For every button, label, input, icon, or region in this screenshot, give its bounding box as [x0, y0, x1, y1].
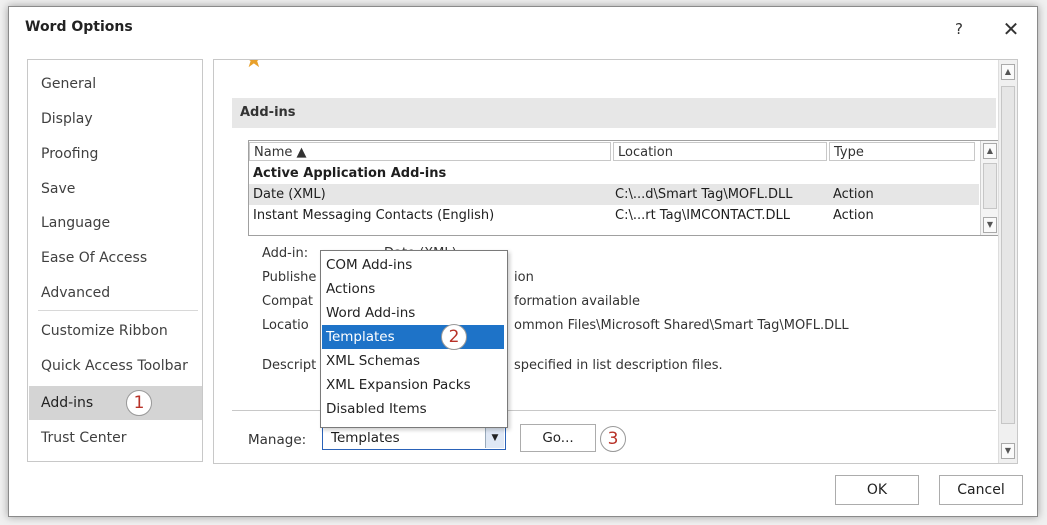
column-header-name[interactable]: Name ▲ — [249, 142, 611, 161]
dropdown-option-com-add-ins[interactable]: COM Add-ins — [322, 253, 504, 277]
sidebar-item-display[interactable]: Display — [29, 102, 202, 136]
detail-compatibility-value: formation available — [514, 294, 640, 309]
table-row: Active Application Add-ins — [249, 163, 979, 184]
dropdown-arrow-icon[interactable]: ▼ — [485, 428, 504, 448]
sidebar-item-ease-of-access[interactable]: Ease Of Access — [29, 241, 202, 275]
add-in-type: Action — [833, 208, 874, 223]
sidebar-item-language[interactable]: Language — [29, 206, 202, 240]
ok-button[interactable]: OK — [835, 475, 919, 505]
detail-publisher-label: Publishe — [262, 270, 317, 285]
scroll-up-arrow-icon[interactable]: ▲ — [983, 143, 997, 159]
title-bar: Word Options ? ✕ — [9, 7, 1037, 51]
panel-scrollbar[interactable]: ▲ ▼ — [998, 60, 1017, 463]
detail-description-label: Descript — [262, 358, 317, 373]
window-title: Word Options — [25, 19, 133, 35]
table-row[interactable]: Instant Messaging Contacts (English) C:\… — [249, 205, 979, 226]
manage-dropdown-list[interactable]: COM Add-ins Actions Word Add-ins Templat… — [320, 250, 508, 428]
dropdown-option-word-add-ins[interactable]: Word Add-ins — [322, 301, 504, 325]
scroll-down-arrow-icon[interactable]: ▼ — [1001, 443, 1015, 459]
step-badge-3: 3 — [600, 426, 626, 452]
add-in-type: Action — [833, 187, 874, 202]
sidebar-item-advanced[interactable]: Advanced — [29, 276, 202, 310]
help-button[interactable]: ? — [947, 15, 971, 43]
cancel-button[interactable]: Cancel — [939, 475, 1023, 505]
dropdown-option-xml-expansion-packs[interactable]: XML Expansion Packs — [322, 373, 504, 397]
step-badge-2: 2 — [441, 324, 467, 350]
sidebar-item-save[interactable]: Save — [29, 172, 202, 206]
column-header-type[interactable]: Type — [829, 142, 975, 161]
detail-description-value: specified in list description files. — [514, 358, 723, 373]
sidebar-item-quick-access-toolbar[interactable]: Quick Access Toolbar — [29, 349, 202, 383]
dropdown-option-xml-schemas[interactable]: XML Schemas — [322, 349, 504, 373]
detail-addin-label: Add-in: — [262, 246, 309, 261]
scroll-thumb[interactable] — [1001, 86, 1015, 424]
sidebar-divider — [38, 310, 198, 311]
add-ins-panel: ★ Add-ins Name ▲ Location Type Active Ap… — [213, 59, 1018, 464]
sidebar-item-add-ins[interactable]: Add-ins — [29, 386, 202, 420]
detail-compatibility-label: Compat — [262, 294, 314, 309]
manage-select[interactable]: Templates ▼ — [322, 426, 506, 450]
add-in-location: C:\...rt Tag\IMCONTACT.DLL — [615, 208, 790, 223]
sidebar-item-proofing[interactable]: Proofing — [29, 137, 202, 171]
sidebar-item-general[interactable]: General — [29, 67, 202, 101]
word-options-dialog: Word Options ? ✕ General Display Proofin… — [8, 6, 1038, 517]
detail-publisher-value: ion — [514, 270, 534, 285]
dropdown-option-templates[interactable]: Templates — [322, 325, 504, 349]
dropdown-option-actions[interactable]: Actions — [322, 277, 504, 301]
step-badge-1: 1 — [126, 390, 152, 416]
add-in-name: Date (XML) — [253, 187, 326, 202]
sidebar-item-customize-ribbon[interactable]: Customize Ribbon — [29, 314, 202, 348]
table-row[interactable]: Date (XML) C:\...d\Smart Tag\MOFL.DLL Ac… — [249, 184, 979, 205]
detail-location-value: ommon Files\Microsoft Shared\Smart Tag\M… — [514, 318, 849, 333]
add-ins-list: Name ▲ Location Type Active Application … — [248, 140, 1000, 236]
detail-location-label: Locatio — [262, 318, 309, 333]
manage-select-value: Templates — [331, 430, 400, 446]
add-in-group-name: Active Application Add-ins — [253, 166, 447, 181]
go-button[interactable]: Go... — [520, 424, 596, 452]
scroll-thumb[interactable] — [983, 163, 997, 209]
section-header: Add-ins — [232, 98, 996, 128]
add-in-location: C:\...d\Smart Tag\MOFL.DLL — [615, 187, 793, 202]
close-button[interactable]: ✕ — [999, 15, 1023, 43]
list-scrollbar[interactable]: ▲ ▼ — [980, 141, 999, 235]
options-sidebar: General Display Proofing Save Language E… — [27, 59, 203, 462]
scroll-down-arrow-icon[interactable]: ▼ — [983, 217, 997, 233]
manage-label: Manage: — [248, 432, 307, 448]
add-in-name: Instant Messaging Contacts (English) — [253, 208, 495, 223]
sidebar-item-trust-center[interactable]: Trust Center — [29, 421, 202, 455]
dropdown-option-disabled-items[interactable]: Disabled Items — [322, 397, 504, 421]
column-header-location[interactable]: Location — [613, 142, 827, 161]
scroll-up-arrow-icon[interactable]: ▲ — [1001, 64, 1015, 80]
add-ins-star-icon: ★ — [244, 59, 264, 73]
